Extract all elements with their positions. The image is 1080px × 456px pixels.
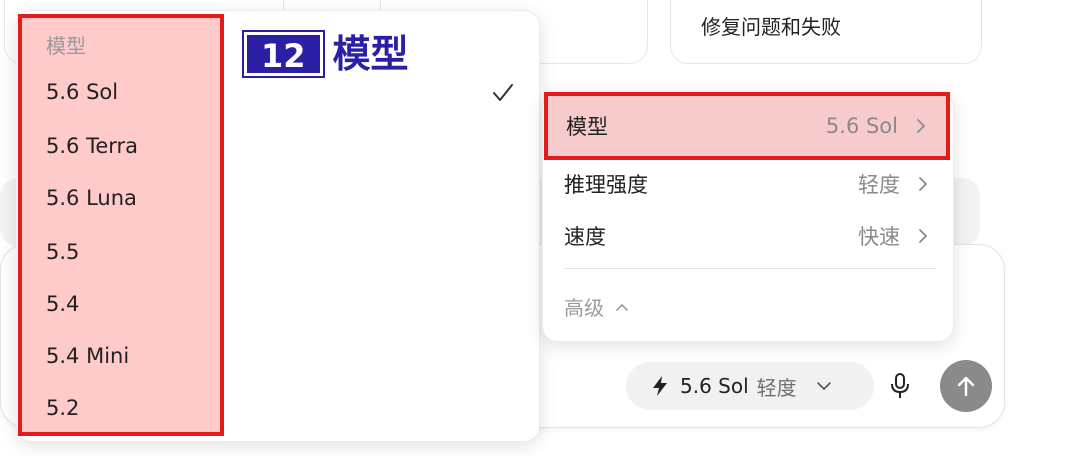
highlight-box [18,14,224,436]
send-button[interactable] [940,360,992,412]
annotation-label: 模型 [332,32,409,76]
menu-item-value: 5.6 Sol [825,114,898,138]
model-option[interactable]: 5.6 Terra [46,134,138,158]
model-selector-pill[interactable]: 5.6 Sol 轻度 [626,362,874,410]
arrow-up-icon [957,376,975,397]
model-option[interactable]: 5.4 [46,292,79,316]
microphone-icon[interactable] [888,372,912,400]
menu-item-value: 轻度 [858,173,900,197]
advanced-label: 高级 [564,296,604,320]
chevron-down-icon [816,382,831,391]
menu-item-speed[interactable]: 速度 快速 [544,210,950,262]
bolt-icon [653,376,667,396]
pill-model-label: 5.6 Sol [680,374,749,398]
menu-divider [564,268,936,269]
model-list-header: 模型 [46,34,86,58]
pill-effort-label: 轻度 [756,375,797,400]
annotation-number: 12 [242,30,325,78]
chevron-right-icon [919,177,928,191]
model-option[interactable]: 5.4 Mini [46,344,129,368]
menu-item-model[interactable]: 模型 5.6 Sol [544,92,950,160]
menu-item-reasoning[interactable]: 推理强度 轻度 [544,158,950,210]
menu-item-label: 速度 [564,225,606,249]
chevron-right-icon [919,229,928,243]
model-option[interactable]: 5.2 [46,396,79,420]
advanced-toggle[interactable]: 高级 [564,292,630,321]
checkmark-icon [493,84,513,101]
step-annotation: 12 模型 [242,30,409,78]
suggestion-card[interactable]: 修复问题和失败 [670,0,982,64]
menu-item-label: 模型 [566,115,608,139]
suggestion-card-text: 修复问题和失败 [701,15,841,39]
chevron-right-icon [917,119,926,133]
menu-item-label: 推理强度 [564,173,648,197]
chevron-up-icon [616,303,628,311]
model-option[interactable]: 5.6 Luna [46,186,137,210]
model-option[interactable]: 5.5 [46,240,79,264]
model-option[interactable]: 5.6 Sol [46,80,118,104]
menu-item-value: 快速 [858,225,900,249]
